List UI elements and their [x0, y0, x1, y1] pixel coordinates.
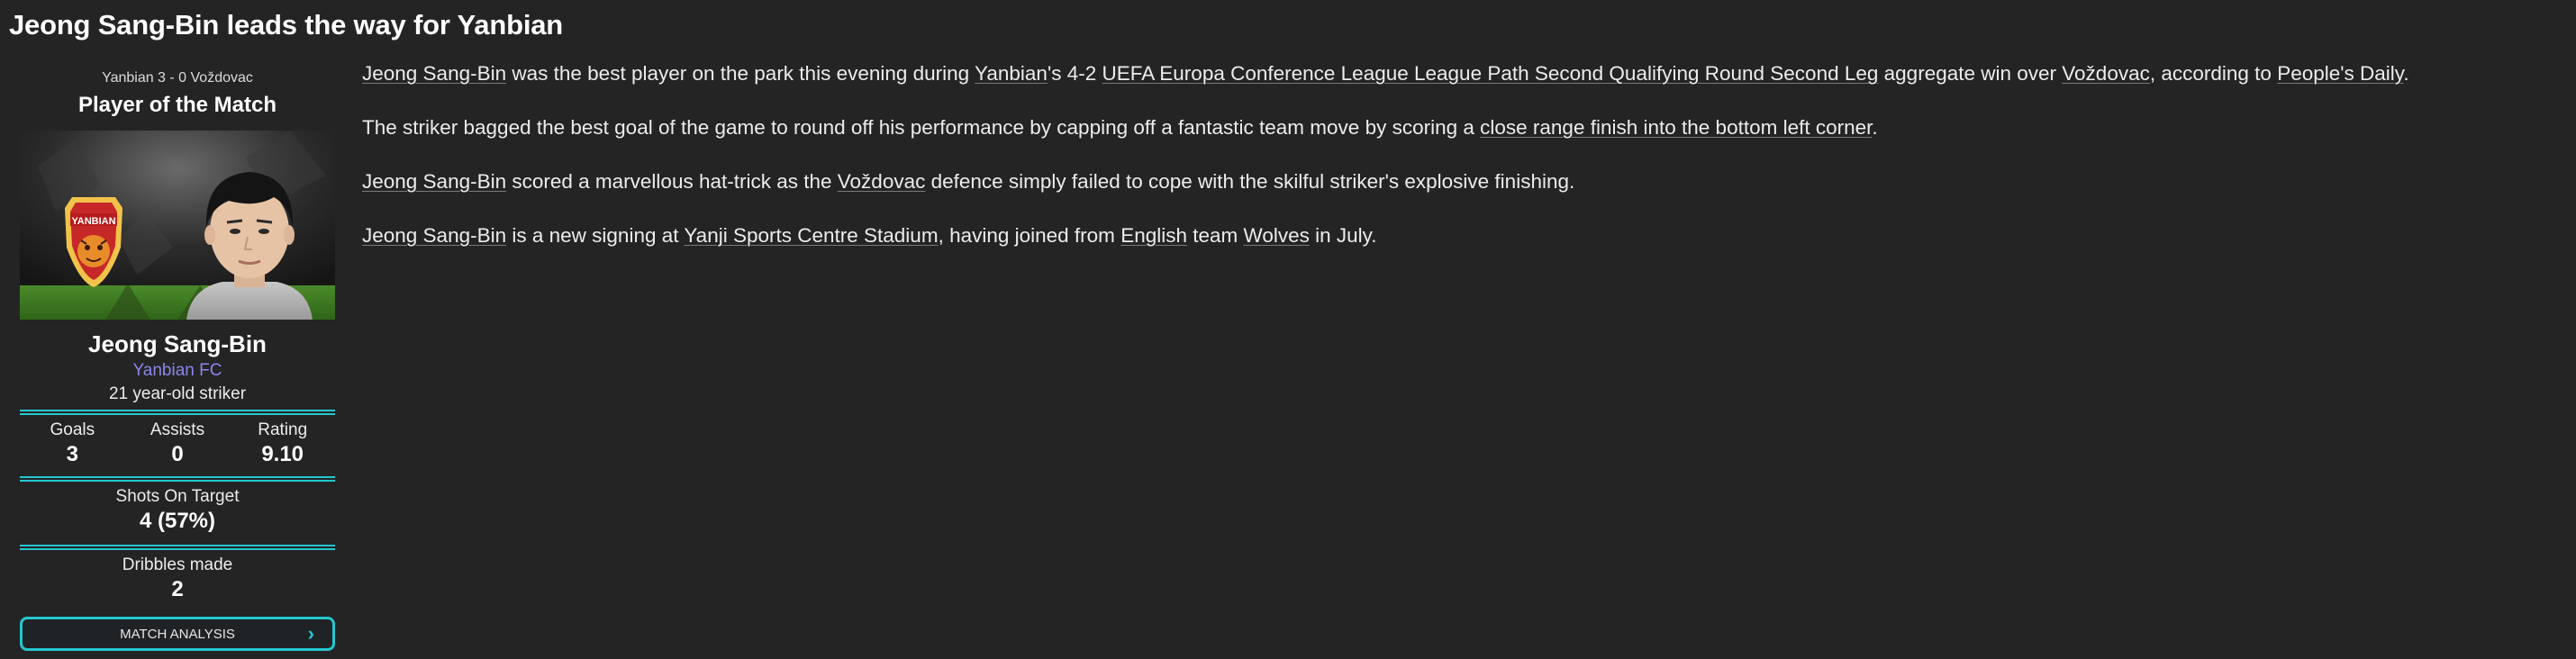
article-paragraph-2: The striker bagged the best goal of the …	[362, 110, 2560, 164]
article-text: , having joined from	[938, 224, 1121, 247]
stat-value: 3	[66, 442, 79, 466]
player-photo[interactable]: YANBIAN	[20, 131, 335, 320]
club-link[interactable]: Voždovac	[838, 170, 926, 193]
goal-highlight-link[interactable]: close range finish into the bottom left …	[1480, 116, 1872, 139]
stat-assists: Assists 0	[125, 419, 231, 473]
stat-label: Goals	[50, 420, 95, 439]
article-paragraph-1: Jeong Sang-Bin was the best player on th…	[362, 56, 2560, 110]
article-paragraph-4: Jeong Sang-Bin is a new signing at Yanji…	[362, 218, 2560, 272]
stat-value: 0	[171, 442, 184, 466]
nation-link[interactable]: English	[1120, 224, 1187, 247]
match-scoreline[interactable]: Yanbian 3 - 0 Voždovac	[20, 65, 335, 92]
player-photo-image: YANBIAN	[20, 131, 335, 320]
club-link[interactable]: Voždovac	[2062, 62, 2150, 85]
stat-value: 9.10	[261, 442, 304, 466]
panel-title: Player of the Match	[77, 93, 277, 117]
club-link[interactable]: Yanbian	[975, 62, 1048, 85]
player-link[interactable]: Jeong Sang-Bin	[362, 224, 506, 247]
article-paragraph-3: Jeong Sang-Bin scored a marvellous hat-t…	[362, 164, 2560, 218]
news-article-body: Jeong Sang-Bin was the best player on th…	[362, 56, 2560, 272]
player-link[interactable]: Jeong Sang-Bin	[362, 170, 506, 193]
stat-goals: Goals 3	[20, 419, 125, 473]
stat-dribbles-made: Dribbles made 2	[20, 550, 335, 609]
stadium-link[interactable]: Yanji Sports Centre Stadium	[684, 224, 938, 247]
stat-label: Rating	[258, 420, 308, 439]
stat-label: Dribbles made	[122, 555, 233, 574]
stat-label: Shots On Target	[115, 487, 240, 506]
competition-link[interactable]: UEFA Europa Conference League League Pat…	[1102, 62, 1879, 85]
article-text: , according to	[2149, 62, 2278, 85]
stat-value: 4 (57%)	[139, 509, 216, 533]
news-headline: Jeong Sang-Bin leads the way for Yanbian	[9, 9, 564, 41]
article-text: is a new signing at	[506, 224, 685, 247]
article-text: scored a marvellous hat-trick as the	[506, 170, 838, 193]
article-text: team	[1186, 224, 1244, 247]
svg-text:YANBIAN: YANBIAN	[71, 216, 115, 227]
club-link[interactable]: Yanbian FC	[20, 359, 335, 383]
article-text: defence simply failed to cope with the s…	[925, 170, 1575, 193]
stat-value: 2	[171, 577, 184, 601]
article-text: in July.	[1309, 224, 1377, 247]
stats-row: Goals 3 Assists 0 Rating 9.10	[20, 415, 335, 473]
player-description: 21 year-old striker	[108, 384, 247, 403]
stat-rating: Rating 9.10	[230, 419, 335, 473]
article-text: The striker bagged the best goal of the …	[362, 116, 1481, 139]
article-text: .	[1872, 116, 1878, 139]
match-analysis-button[interactable]: MATCH ANALYSIS ›	[20, 617, 335, 651]
article-text: was the best player on the park this eve…	[506, 62, 975, 85]
article-text: .	[2403, 62, 2409, 85]
stat-label: Assists	[150, 420, 205, 439]
player-name[interactable]: Jeong Sang-Bin	[20, 329, 335, 359]
stat-shots-on-target: Shots On Target 4 (57%)	[20, 482, 335, 541]
player-of-the-match-panel: Yanbian 3 - 0 Voždovac Player of the Mat…	[20, 65, 335, 651]
match-analysis-label: MATCH ANALYSIS	[120, 626, 235, 642]
chevron-right-icon: ›	[307, 622, 314, 645]
article-text: 's 4-2	[1047, 62, 1102, 85]
player-link[interactable]: Jeong Sang-Bin	[362, 62, 506, 85]
article-text: aggregate win over	[1878, 62, 2063, 85]
media-link[interactable]: People's Daily	[2277, 62, 2403, 85]
club-link[interactable]: Wolves	[1244, 224, 1310, 247]
